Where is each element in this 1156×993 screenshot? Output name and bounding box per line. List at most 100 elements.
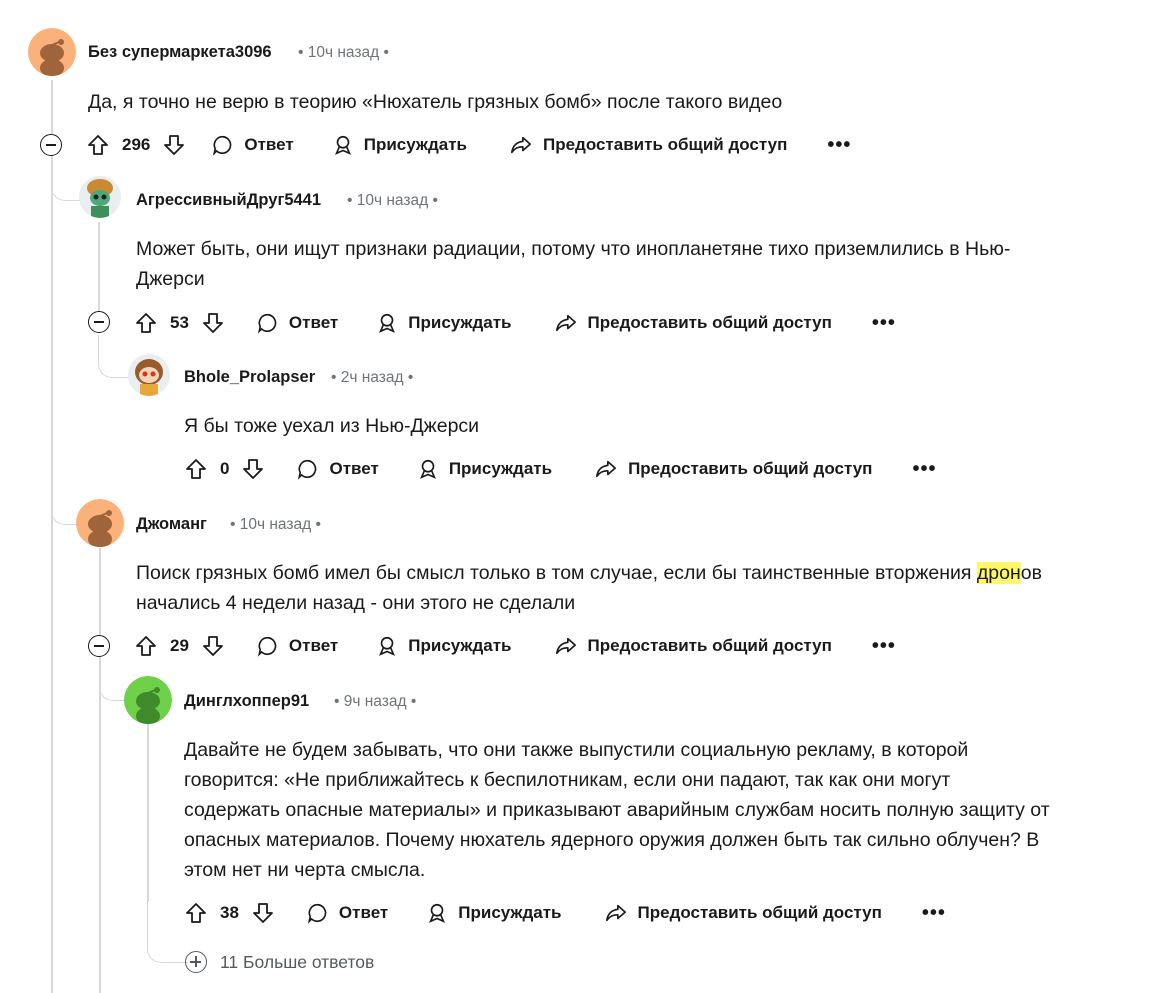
- award-label: Присуждать: [408, 313, 512, 332]
- thread-curve-c3: [98, 335, 129, 378]
- share-button[interactable]: Предоставить общий доступ: [554, 635, 832, 657]
- comment-username[interactable]: АгрессивныйДруг5441: [136, 191, 321, 210]
- upvote-icon[interactable]: [134, 311, 158, 335]
- award-button[interactable]: Присуждать: [426, 902, 562, 924]
- share-button[interactable]: Предоставить общий доступ: [604, 902, 882, 924]
- comment-action-bar: 53 Ответ Присуждать Предоставить общий д…: [134, 305, 896, 341]
- upvote-icon[interactable]: [184, 901, 208, 925]
- comment-body: Да, я точно не верю в теорию «Нюхатель г…: [88, 91, 783, 113]
- share-label: Предоставить общий доступ: [628, 459, 873, 478]
- comment-timestamp: • 10ч назад •: [347, 192, 438, 209]
- comment-body-line: опасных материалов. Почему нюхатель ядер…: [184, 829, 1040, 851]
- award-icon: [334, 135, 351, 155]
- collapse-button[interactable]: [88, 635, 110, 657]
- award-button[interactable]: Присуждать: [376, 635, 512, 657]
- comment-body-line: начались 4 недели назад - они этого не с…: [136, 592, 576, 614]
- reply-button[interactable]: Ответ: [307, 902, 388, 924]
- snoo-avatar-icon: [28, 28, 76, 76]
- award-button[interactable]: Присуждать: [332, 134, 467, 156]
- comment-body: Я бы тоже уехал из Нью-Джерси: [184, 415, 480, 437]
- comment-action-bar: 29 Ответ Присуждать Предоставить общий д…: [134, 628, 896, 664]
- comment-body-line: этом нет ни черта смысла.: [184, 859, 426, 881]
- comment-timestamp: • 10ч назад •: [230, 516, 321, 533]
- thread-curve-c4: [51, 470, 78, 525]
- more-options-icon[interactable]: •••: [922, 903, 946, 923]
- comment-body: Может быть, они ищут признаки радиации, …: [136, 234, 1010, 294]
- reply-label: Ответ: [244, 135, 294, 154]
- share-icon: [555, 637, 576, 655]
- comment-bubble-icon: [213, 135, 232, 156]
- upvote-icon[interactable]: [184, 457, 208, 481]
- comment-body-line: Может быть, они ищут признаки радиации, …: [136, 238, 1011, 260]
- share-icon: [596, 460, 617, 478]
- downvote-icon[interactable]: [162, 133, 186, 157]
- comment-username[interactable]: Динглхоппер91: [184, 692, 309, 711]
- award-label: Присуждать: [363, 135, 467, 154]
- thread-line-root: [51, 80, 53, 993]
- vote-count: 53: [170, 313, 189, 332]
- reply-button[interactable]: Ответ: [212, 134, 294, 156]
- comment-body-line: Джерси: [136, 268, 205, 290]
- vote-count: 0: [220, 459, 230, 478]
- share-label: Предоставить общий доступ: [542, 135, 788, 154]
- more-options-icon[interactable]: •••: [912, 459, 936, 479]
- comment-username[interactable]: Без супермаркета3096: [88, 43, 272, 62]
- more-options-icon[interactable]: •••: [872, 313, 896, 333]
- avatar[interactable]: [79, 176, 121, 218]
- comment-username[interactable]: Джоманг: [136, 515, 207, 534]
- comment-bubble-icon: [298, 459, 317, 480]
- downvote-icon[interactable]: [201, 634, 225, 658]
- upvote-icon[interactable]: [134, 634, 158, 658]
- comment-timestamp: • 10ч назад •: [298, 44, 389, 61]
- reply-button[interactable]: Ответ: [297, 458, 379, 480]
- snoo-avatar-icon: [128, 354, 170, 396]
- share-button[interactable]: Предоставить общий доступ: [509, 134, 787, 156]
- comment-body-line: Давайте не будем забывать, что они также…: [184, 739, 969, 761]
- thread-line-c2: [98, 222, 100, 312]
- avatar[interactable]: [128, 354, 170, 396]
- collapse-button[interactable]: [88, 311, 110, 333]
- avatar[interactable]: [76, 499, 124, 547]
- award-button[interactable]: Присуждать: [417, 458, 552, 480]
- downvote-icon[interactable]: [241, 457, 265, 481]
- snoo-avatar-icon: [79, 176, 121, 218]
- downvote-icon[interactable]: [251, 901, 275, 925]
- comment-action-bar: 38 Ответ Присуждать Предоставить общий д…: [184, 895, 946, 931]
- more-replies-label: 11 Больше ответов: [220, 951, 375, 972]
- thread-line-c5: [147, 724, 149, 902]
- award-label: Присуждать: [448, 459, 553, 478]
- downvote-icon[interactable]: [201, 311, 225, 335]
- award-button[interactable]: Присуждать: [376, 312, 512, 334]
- share-button[interactable]: Предоставить общий доступ: [554, 312, 832, 334]
- reply-label: Ответ: [288, 636, 339, 655]
- comment-body: Давайте не будем забывать, что они также…: [184, 735, 1050, 885]
- comment-action-bar: 296 Ответ Присуждать Предоставить общий …: [86, 127, 851, 163]
- comment-text: Поиск грязных бомб имел бы смысл только …: [136, 562, 977, 584]
- comment-body-line: Поиск грязных бомб имел бы смысл только …: [136, 558, 1042, 588]
- thread-curve-c5: [99, 660, 126, 701]
- comment-timestamp: • 2ч назад •: [331, 369, 414, 386]
- upvote-icon[interactable]: [86, 133, 110, 157]
- reply-button[interactable]: Ответ: [257, 312, 338, 334]
- comment-bubble-icon: [257, 636, 277, 657]
- avatar[interactable]: [28, 28, 76, 76]
- vote-count: 29: [170, 636, 189, 655]
- share-button[interactable]: Предоставить общий доступ: [594, 458, 872, 480]
- comment-username[interactable]: Bhole_Prolapser: [184, 368, 315, 387]
- collapse-button[interactable]: [40, 134, 62, 156]
- comment-timestamp: • 9ч назад •: [334, 693, 417, 710]
- avatar[interactable]: [124, 676, 172, 724]
- award-icon: [429, 903, 446, 923]
- thread-curve-more: [147, 900, 188, 963]
- more-options-icon[interactable]: •••: [827, 135, 851, 155]
- vote-count: 296: [122, 135, 151, 154]
- more-options-icon[interactable]: •••: [872, 636, 896, 656]
- thread-line-c4: [99, 548, 101, 993]
- reply-button[interactable]: Ответ: [257, 635, 338, 657]
- snoo-avatar-icon: [124, 676, 172, 724]
- share-label: Предоставить общий доступ: [587, 636, 832, 655]
- more-replies-button[interactable]: 11 Больше ответов: [185, 951, 374, 973]
- thread-curve-c2: [51, 160, 80, 201]
- award-label: Присуждать: [458, 903, 562, 922]
- award-icon: [419, 459, 436, 479]
